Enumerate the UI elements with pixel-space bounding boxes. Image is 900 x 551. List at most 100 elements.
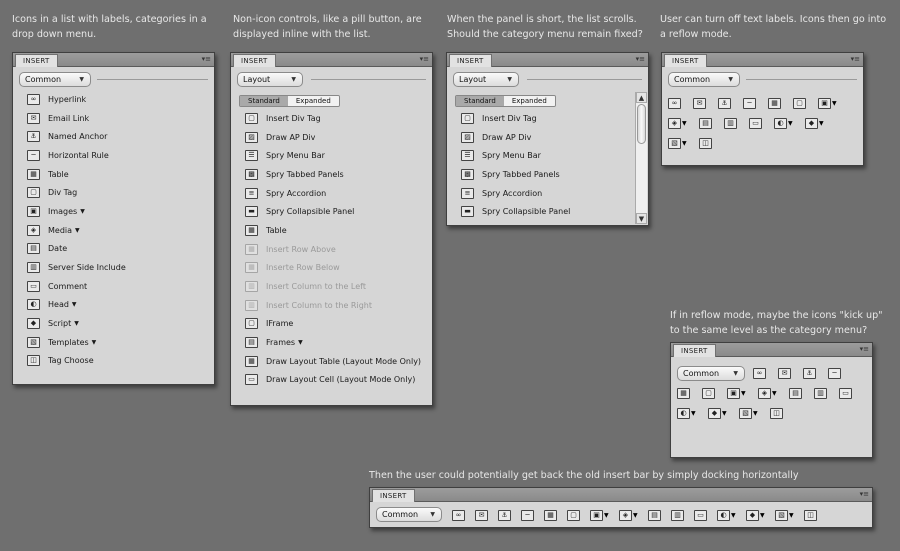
- icon-button[interactable]: ◫: [804, 505, 827, 525]
- icon-button[interactable]: ▧ ▼: [775, 505, 804, 525]
- list-item[interactable]: ▬ Spry Collapsible Panel: [447, 202, 648, 221]
- list-item[interactable]: ▤ Frames ▼: [231, 333, 432, 352]
- icon-button[interactable]: ◐ ▼: [717, 505, 746, 525]
- list-item[interactable]: ◐ Head ▼: [13, 296, 214, 315]
- list-item[interactable]: ─ Horizontal Rule: [13, 146, 214, 165]
- list-item[interactable]: ≡ Spry Accordion: [447, 184, 648, 203]
- icon-button[interactable]: ▣ ▼: [818, 93, 849, 113]
- pill-expanded-button[interactable]: Expanded: [503, 96, 555, 106]
- icon-button[interactable]: ✉: [475, 505, 498, 525]
- list-item[interactable]: ▭ Draw Layout Cell (Layout Mode Only): [231, 371, 432, 390]
- list-item[interactable]: ▢ Div Tag: [13, 183, 214, 202]
- insert-tab[interactable]: INSERT: [233, 54, 276, 67]
- category-dropdown[interactable]: Common ▼: [668, 72, 740, 87]
- icon-button[interactable]: ✉: [693, 93, 718, 113]
- icon-button[interactable]: ✉: [778, 363, 803, 383]
- list-item[interactable]: ▢ Insert Div Tag: [231, 109, 432, 128]
- icon-button[interactable]: ─: [743, 93, 768, 113]
- icon-button[interactable]: ◐ ▼: [677, 403, 708, 423]
- icon-button[interactable]: ⚓: [498, 505, 521, 525]
- icon-button[interactable]: ▤: [789, 383, 814, 403]
- icon-button[interactable]: ∞: [452, 505, 475, 525]
- icon-button[interactable]: ∞: [753, 363, 778, 383]
- category-dropdown[interactable]: Common ▼: [376, 507, 442, 522]
- list-item[interactable]: ▨ Draw AP Div: [231, 128, 432, 147]
- icon-button[interactable]: ▧ ▼: [668, 133, 699, 153]
- insert-tab[interactable]: INSERT: [15, 54, 58, 67]
- list-item[interactable]: ☰ Spry Menu Bar: [231, 146, 432, 165]
- list-item[interactable]: ☰ Spry Menu Bar: [447, 146, 648, 165]
- icon-button[interactable]: ∞: [668, 93, 693, 113]
- list-item[interactable]: ▦ Insert Row Above: [231, 240, 432, 259]
- icon-button[interactable]: ▥: [814, 383, 839, 403]
- icon-button[interactable]: ⚓: [718, 93, 743, 113]
- icon-button[interactable]: ▦: [677, 383, 702, 403]
- icon-button[interactable]: ◈ ▼: [668, 113, 699, 133]
- icon-button[interactable]: ▣ ▼: [590, 505, 619, 525]
- category-dropdown[interactable]: Layout ▼: [237, 72, 303, 87]
- list-item[interactable]: ▦ Table: [13, 165, 214, 184]
- list-item[interactable]: ▩ Spry Tabbed Panels: [447, 165, 648, 184]
- icon-button[interactable]: ◈ ▼: [758, 383, 789, 403]
- list-item[interactable]: ▧ Templates ▼: [13, 333, 214, 352]
- panel-menu-icon[interactable]: ▾≡: [202, 55, 211, 64]
- list-item[interactable]: ✉ Email Link: [13, 109, 214, 128]
- list-item[interactable]: ▥ Insert Column to the Left: [231, 277, 432, 296]
- icon-button[interactable]: ▥: [671, 505, 694, 525]
- icon-button[interactable]: ▦: [768, 93, 793, 113]
- list-item[interactable]: ▢ IFrame: [231, 315, 432, 334]
- list-item[interactable]: ▦ Inserte Row Below: [231, 259, 432, 278]
- panel-menu-icon[interactable]: ▾≡: [851, 55, 860, 64]
- list-item[interactable]: ≡ Spry Accordion: [231, 184, 432, 203]
- icon-button[interactable]: ▧ ▼: [739, 403, 770, 423]
- insert-tab[interactable]: INSERT: [449, 54, 492, 67]
- panel-menu-icon[interactable]: ▾≡: [420, 55, 429, 64]
- icon-button[interactable]: ◈ ▼: [619, 505, 648, 525]
- insert-tab[interactable]: INSERT: [673, 344, 716, 357]
- icon-button[interactable]: ▢: [793, 93, 818, 113]
- icon-button[interactable]: ▭: [694, 505, 717, 525]
- category-dropdown[interactable]: Common ▼: [677, 366, 745, 381]
- icon-button[interactable]: ─: [521, 505, 544, 525]
- pill-standard-button[interactable]: Standard: [456, 96, 504, 106]
- list-item[interactable]: ▭ Comment: [13, 277, 214, 296]
- icon-button[interactable]: ◫: [770, 403, 795, 423]
- icon-button[interactable]: ▣ ▼: [727, 383, 758, 403]
- pill-standard-button[interactable]: Standard: [240, 96, 288, 106]
- list-item[interactable]: ◈ Media ▼: [13, 221, 214, 240]
- category-dropdown[interactable]: Layout ▼: [453, 72, 519, 87]
- category-dropdown[interactable]: Common ▼: [19, 72, 91, 87]
- list-item[interactable]: ◆ Script ▼: [13, 314, 214, 333]
- pill-expanded-button[interactable]: Expanded: [287, 96, 339, 106]
- list-item[interactable]: ▣ Images ▼: [13, 202, 214, 221]
- panel-menu-icon[interactable]: ▾≡: [860, 490, 869, 499]
- icon-button[interactable]: ◫: [699, 133, 724, 153]
- icon-button[interactable]: ▢: [567, 505, 590, 525]
- icon-button[interactable]: ◐ ▼: [774, 113, 805, 133]
- icon-button[interactable]: ◆ ▼: [746, 505, 775, 525]
- panel-menu-icon[interactable]: ▾≡: [860, 345, 869, 354]
- list-item[interactable]: ∞ Hyperlink: [13, 90, 214, 109]
- list-item[interactable]: ▬ Spry Collapsible Panel: [231, 202, 432, 221]
- list-item[interactable]: ▤ Date: [13, 240, 214, 259]
- list-item[interactable]: ▦ Draw Layout Table (Layout Mode Only): [231, 352, 432, 371]
- list-item[interactable]: ▨ Draw AP Div: [447, 128, 648, 147]
- icon-button[interactable]: ▭: [839, 383, 864, 403]
- scroll-up-icon[interactable]: ▲: [636, 92, 647, 103]
- panel-menu-icon[interactable]: ▾≡: [636, 55, 645, 64]
- icon-button[interactable]: ▤: [699, 113, 724, 133]
- insert-tab[interactable]: INSERT: [372, 489, 415, 502]
- scroll-thumb[interactable]: [637, 104, 646, 144]
- list-item[interactable]: ⚓ Named Anchor: [13, 127, 214, 146]
- list-item[interactable]: ▩ Spry Tabbed Panels: [231, 165, 432, 184]
- icon-button[interactable]: ◆ ▼: [708, 403, 739, 423]
- icon-button[interactable]: ▭: [749, 113, 774, 133]
- list-item[interactable]: ▦ Table: [231, 221, 432, 240]
- list-item[interactable]: ▥ Server Side Include: [13, 258, 214, 277]
- icon-button[interactable]: ▥: [724, 113, 749, 133]
- list-item[interactable]: ▢ Insert Div Tag: [447, 109, 648, 128]
- icon-button[interactable]: ▤: [648, 505, 671, 525]
- scroll-down-icon[interactable]: ▼: [636, 213, 647, 224]
- list-item[interactable]: ▥ Insert Column to the Right: [231, 296, 432, 315]
- icon-button[interactable]: ◆ ▼: [805, 113, 836, 133]
